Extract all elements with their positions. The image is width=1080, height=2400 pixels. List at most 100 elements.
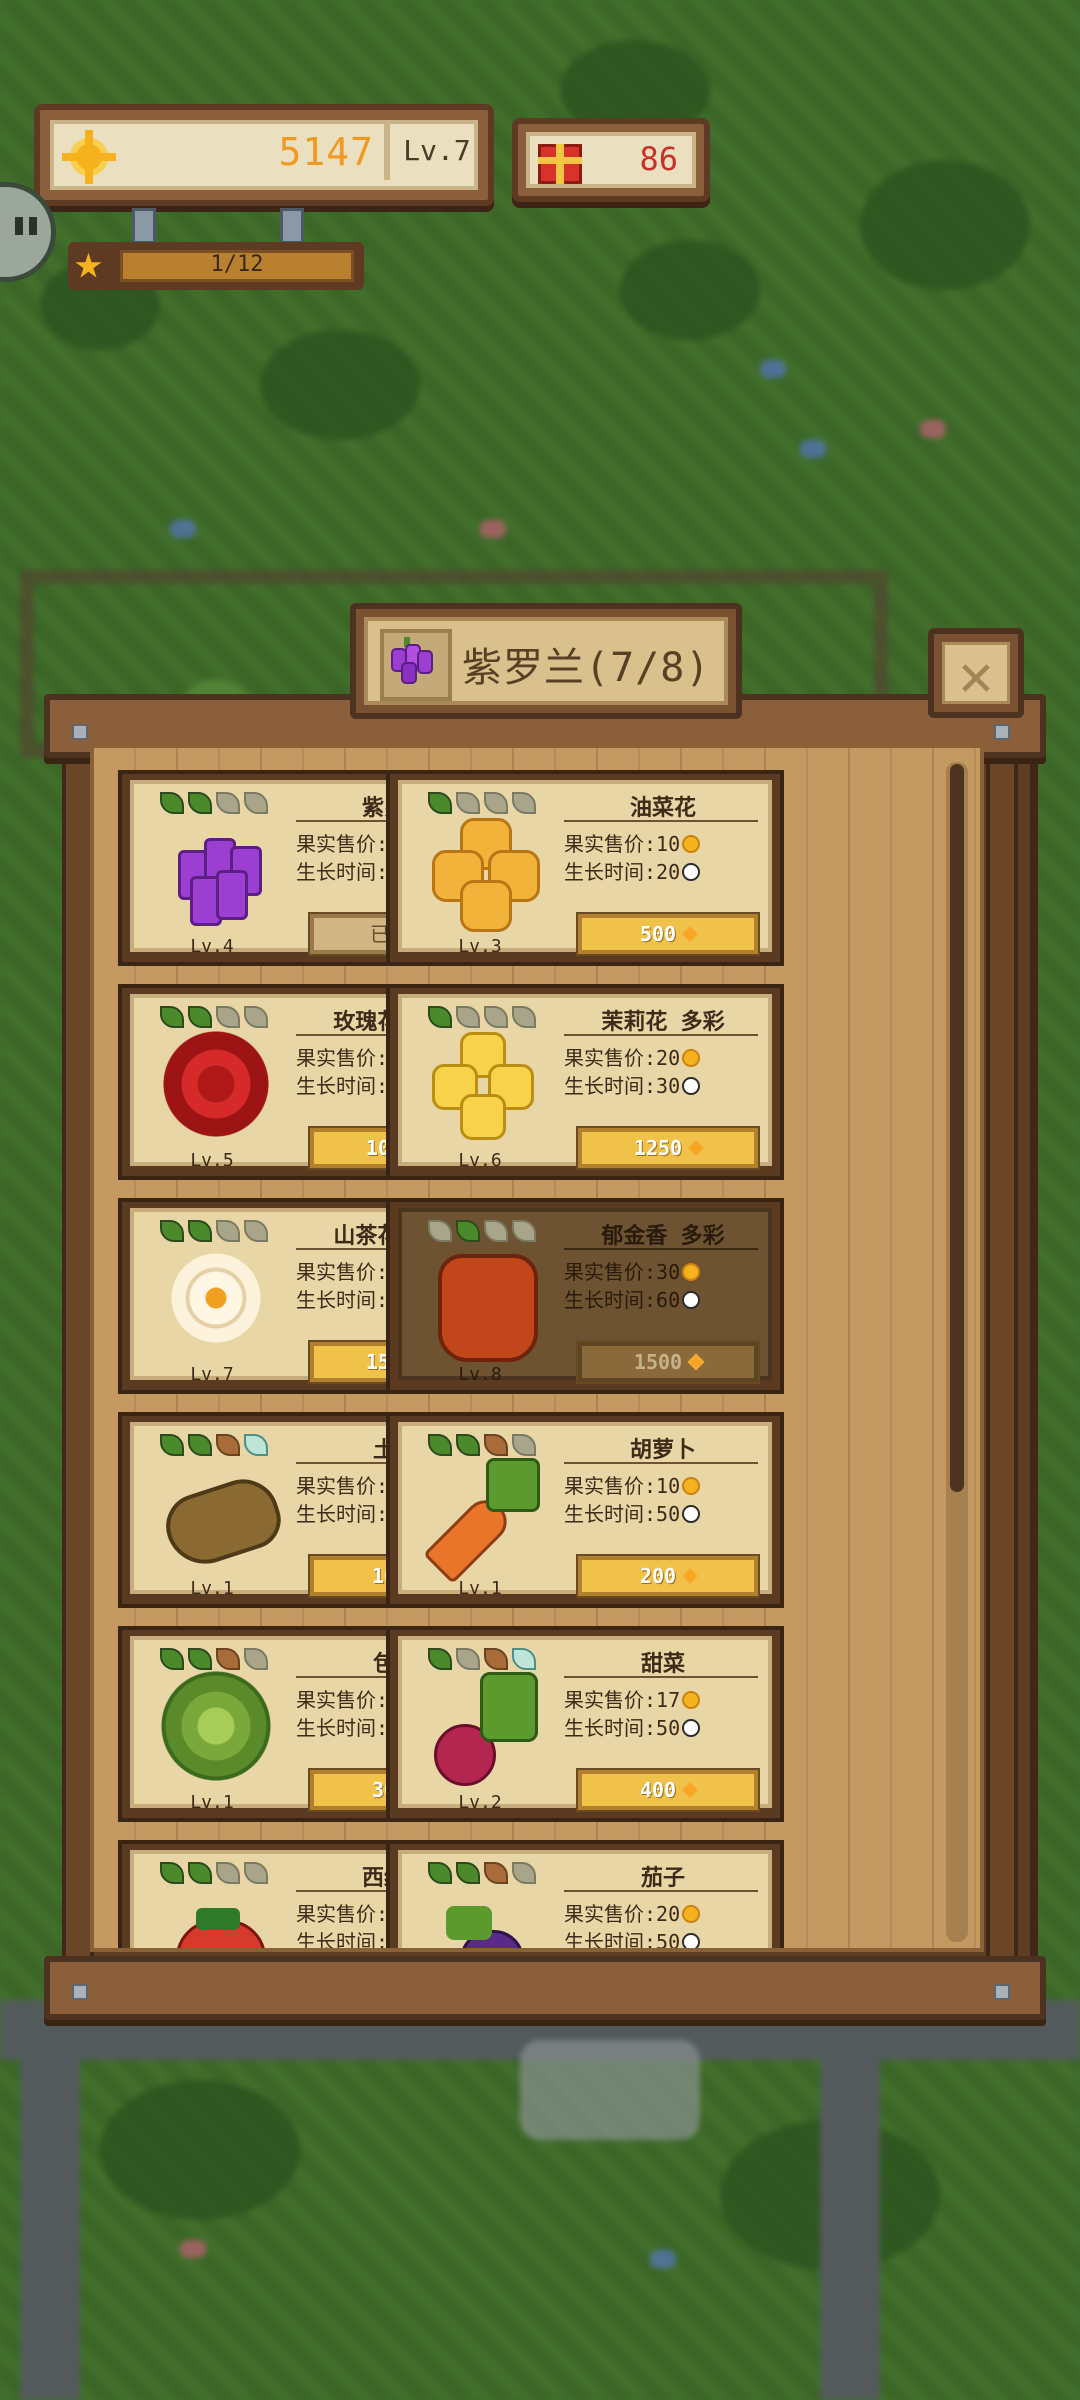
growth-time-value: 50 xyxy=(656,1502,681,1526)
crop-level: Lv.4 xyxy=(190,936,234,957)
crop-image xyxy=(156,1666,276,1786)
fruit-price-value: 20 xyxy=(656,1046,681,1070)
growth-time-label: 生长时间: xyxy=(564,860,657,884)
divider xyxy=(564,820,758,822)
divider xyxy=(564,1248,758,1250)
fruit-price-label: 果实售价: xyxy=(564,1474,657,1498)
coin-counter[interactable]: 5147 Lv.7 xyxy=(34,104,494,206)
close-icon: ✕ xyxy=(958,641,994,709)
fruit-price-value: 30 xyxy=(656,1260,681,1284)
crop-card[interactable]: 茄子果实售价:20 生长时间:50 xyxy=(386,1840,784,1952)
buy-seed-button[interactable]: 1500 xyxy=(578,1342,758,1382)
coin-icon xyxy=(682,1905,701,1923)
rivet xyxy=(72,724,88,740)
growth-time-value: 50 xyxy=(656,1930,681,1952)
player-level: Lv.7 xyxy=(403,134,471,167)
crop-image xyxy=(156,1024,276,1144)
crop-card-face: 油菜花 果实售价:10 生长时间:20 Lv.3 500 xyxy=(398,780,772,957)
fruit-price-label: 果实售价: xyxy=(296,1474,389,1498)
coin-icon xyxy=(70,130,108,184)
fruit-price-label: 果实售价: xyxy=(296,1902,389,1926)
crop-grid[interactable]: 紫罗兰果实售价:10生长时间:20Lv.4已种植油菜花果实售价:10生长时间:2… xyxy=(90,744,984,1952)
coin-icon xyxy=(682,1049,701,1067)
rivet xyxy=(72,1984,88,2000)
divider xyxy=(564,1676,758,1678)
crop-level: Lv.1 xyxy=(190,1792,234,1813)
buy-seed-button[interactable]: 200 xyxy=(578,1556,758,1596)
buy-seed-price: 200 xyxy=(639,1564,677,1588)
buy-seed-price: 500 xyxy=(639,922,677,946)
buy-seed-button[interactable]: 1250 xyxy=(578,1128,758,1168)
crop-image xyxy=(156,810,276,930)
diamond-icon xyxy=(687,1353,705,1371)
panel-bottom-plank xyxy=(44,1956,1046,2020)
growth-time: 生长时间:60 xyxy=(564,1284,701,1313)
growth-time-value: 60 xyxy=(656,1288,681,1312)
growth-time-label: 生长时间: xyxy=(564,1930,657,1952)
growth-time-label: 生长时间: xyxy=(296,1074,389,1098)
selected-crop-title-plate: 紫罗兰(7/8) xyxy=(350,603,742,719)
coin-icon xyxy=(682,835,701,853)
growth-time-value: 30 xyxy=(656,1074,681,1098)
crop-card[interactable]: 油菜花 果实售价:10 生长时间:20 Lv.3 500 xyxy=(386,770,784,966)
gift-counter[interactable]: 86 xyxy=(512,118,710,202)
buy-seed-button[interactable]: 500 xyxy=(578,914,758,954)
diamond-icon xyxy=(681,925,699,943)
crop-level: Lv.2 xyxy=(458,1792,502,1813)
crop-card-face: 郁金香 多彩 果实售价:30 生长时间:60 Lv.8 1500 xyxy=(398,1208,772,1385)
crop-card[interactable]: 郁金香 多彩 果实售价:30 生长时间:60 Lv.8 1500 xyxy=(386,1198,784,1394)
page-title: 紫罗兰(7/8) xyxy=(462,645,711,691)
growth-time: 生长时间:50 xyxy=(564,1498,701,1527)
crop-card[interactable]: 甜菜 果实售价:17 生长时间:50 Lv.2 400 xyxy=(386,1626,784,1822)
crop-card[interactable]: 茉莉花 多彩 果实售价:20 生长时间:30 Lv.6 1250 xyxy=(386,984,784,1180)
crop-name: 胡萝卜 xyxy=(629,1438,696,1463)
crop-level: Lv.8 xyxy=(458,1364,502,1385)
buy-seed-price: 400 xyxy=(639,1778,677,1802)
fruit-price: 果实售价:30 xyxy=(564,1256,701,1285)
clock-icon xyxy=(682,863,701,881)
growth-time-label: 生长时间: xyxy=(564,1716,657,1740)
crop-card[interactable]: 胡萝卜果实售价:10 生长时间:50 Lv.1 200 xyxy=(386,1412,784,1608)
scrollbar-thumb[interactable] xyxy=(950,764,964,1492)
chain-decoration xyxy=(280,208,304,244)
growth-time-label: 生长时间: xyxy=(564,1074,657,1098)
fruit-price-label: 果实售价: xyxy=(296,832,389,856)
clock-icon xyxy=(682,1933,701,1948)
growth-time-label: 生长时间: xyxy=(296,860,389,884)
crop-name: 甜菜 xyxy=(640,1652,685,1677)
buy-seed-button[interactable]: 400 xyxy=(578,1770,758,1810)
diamond-icon xyxy=(681,1781,699,1799)
coin-icon xyxy=(682,1263,701,1281)
crop-name: 茄子 xyxy=(640,1866,685,1891)
divider xyxy=(564,1034,758,1036)
growth-time: 生长时间:30 xyxy=(564,1070,701,1099)
crop-image xyxy=(424,1880,544,1948)
growth-time-label: 生长时间: xyxy=(296,1502,389,1526)
rivet xyxy=(994,724,1010,740)
fruit-price-label: 果实售价: xyxy=(296,1046,389,1070)
crop-name: 茉莉花 多彩 xyxy=(601,1010,725,1035)
crop-level: Lv.5 xyxy=(190,1150,234,1171)
growth-time-label: 生长时间: xyxy=(296,1288,389,1312)
crop-level: Lv.1 xyxy=(190,1578,234,1599)
growth-time: 生长时间:50 xyxy=(564,1712,701,1741)
clock-icon xyxy=(682,1719,701,1737)
star-progress-bar[interactable]: ★ 1/12 xyxy=(68,236,364,290)
diamond-icon xyxy=(687,1139,705,1157)
gift-box-icon xyxy=(538,144,582,184)
panel-post-right xyxy=(986,740,1018,1968)
coin-icon xyxy=(682,1477,701,1495)
crop-image xyxy=(424,1238,544,1362)
growth-time: 生长时间:20 xyxy=(564,856,701,885)
fruit-price-label: 果实售价: xyxy=(296,1260,389,1284)
crop-image xyxy=(424,810,544,932)
crop-level: Lv.1 xyxy=(458,1578,502,1599)
fruit-price-value: 10 xyxy=(656,1474,681,1498)
close-button[interactable]: ✕ xyxy=(928,628,1024,718)
coin-amount: 5147 xyxy=(278,130,374,174)
clock-icon xyxy=(682,1077,701,1095)
fruit-price-value: 20 xyxy=(656,1902,681,1926)
fruit-price-label: 果实售价: xyxy=(564,1902,657,1926)
violet-icon xyxy=(380,629,452,701)
crop-image xyxy=(156,1880,276,1948)
